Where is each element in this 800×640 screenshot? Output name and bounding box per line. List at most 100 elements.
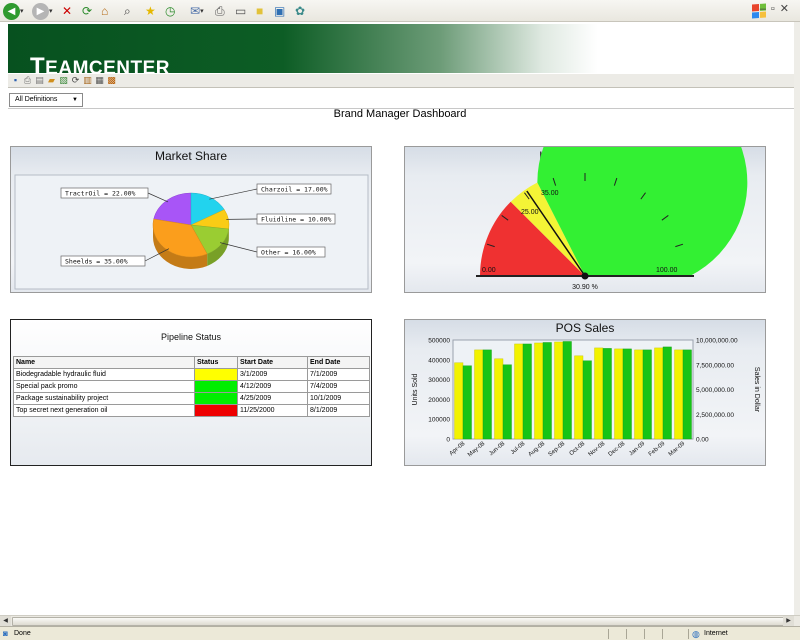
preview-icon[interactable]: ▤ <box>34 75 45 86</box>
security-zone: Internet <box>704 630 728 637</box>
settings-icon[interactable]: ▦ <box>94 75 105 86</box>
y2-tick-label: 7,500,000.00 <box>696 362 734 369</box>
favorites-icon[interactable]: ★ <box>145 2 156 20</box>
pipeline-table: Name Status Start Date End Date Biodegra… <box>13 356 370 417</box>
x-tick-label: Dec-08 <box>608 441 627 458</box>
y-tick-label: 400000 <box>428 357 450 364</box>
bar-sales-dollar <box>482 349 492 440</box>
pie-label: Other = 16.00% <box>261 249 316 257</box>
definitions-selected: All Definitions <box>15 96 58 103</box>
chevron-down-icon: ▼ <box>72 97 78 103</box>
table-row[interactable]: Package sustainability project 4/25/2009… <box>13 392 370 405</box>
save-icon[interactable]: ▪ <box>10 75 21 86</box>
bar-sales-dollar <box>522 343 532 440</box>
discuss-icon[interactable]: ■ <box>256 2 263 20</box>
refresh-icon[interactable]: ⟳ <box>82 2 92 20</box>
row-start-date: 4/25/2009 <box>237 392 308 405</box>
y-tick-label: 200000 <box>428 397 450 404</box>
messenger-icon[interactable]: ✿ <box>295 2 305 20</box>
bar-units-sold <box>634 349 644 440</box>
pie-label: Fluidline = 10.00% <box>261 216 332 224</box>
gauge-value-label: 30.90 % <box>572 284 598 291</box>
research-icon[interactable]: ▣ <box>274 2 285 20</box>
refresh-icon[interactable]: ⟳ <box>70 75 81 86</box>
forward-arrow-icon: ▶ <box>32 2 49 20</box>
status-indicator <box>194 392 238 405</box>
bar-units-sold <box>614 348 624 440</box>
x-tick-label: Sep-08 <box>548 441 567 458</box>
row-end-date: 8/1/2009 <box>307 404 370 417</box>
horizontal-scrollbar[interactable]: ◀ ▶ <box>0 615 800 627</box>
browser-window: ◀ ▾ ▶ ▾ ✕ ⟳ ⌂ ⌕ ★ ◷ ✉ ▾ ⎙ ▭ ■ ▣ ✿ –▫✕ TEAMC… <box>0 0 800 640</box>
bar-sales-dollar <box>622 348 632 440</box>
market-share-panel: Market Share TractrOil = 22.00% Charzoil … <box>10 146 372 293</box>
chart-icon[interactable]: ▥ <box>82 75 93 86</box>
y2-tick-label: 2,500,000.00 <box>696 412 734 419</box>
status-indicator <box>194 380 238 393</box>
bar-sales-dollar <box>582 360 592 440</box>
y2-tick-label: 10,000,000.00 <box>696 338 738 345</box>
divider <box>644 629 645 639</box>
definitions-dropdown[interactable]: All Definitions ▼ <box>9 93 83 107</box>
edit-icon[interactable]: ▭ <box>235 2 246 20</box>
layout-icon[interactable]: ▩ <box>106 75 117 86</box>
x-tick-label: Jun-08 <box>488 441 506 458</box>
search-icon[interactable]: ⌕ <box>124 2 131 20</box>
bar-units-sold <box>594 347 604 440</box>
row-start-date: 3/1/2009 <box>237 368 308 381</box>
print-icon[interactable]: ⎙ <box>215 2 225 20</box>
y-tick-label: 300000 <box>428 377 450 384</box>
table-row[interactable]: Biodegradable hydraulic fluid 3/1/2009 7… <box>13 368 370 381</box>
row-name: Top secret next generation oil <box>13 404 195 417</box>
dashboard-title: Brand Manager Dashboard <box>333 108 467 120</box>
row-start-date: 11/25/2000 <box>237 404 308 417</box>
divider <box>662 629 663 639</box>
mail-icon[interactable]: ✉ ▾ <box>190 2 204 20</box>
gauge-tick-label: 35.00 <box>541 190 559 197</box>
y-tick-label: 0 <box>446 437 450 444</box>
col-name: Name <box>13 356 195 369</box>
x-tick-label: Feb-09 <box>648 441 667 458</box>
table-header-row: Name Status Start Date End Date <box>13 356 370 369</box>
innovation-gauge: 0.00 25.00 35.00 100.00 30.90 % <box>476 147 748 291</box>
stop-icon[interactable]: ✕ <box>62 2 72 20</box>
bar-units-sold <box>454 362 464 440</box>
status-bar: ◙ Done ◍ Internet <box>0 626 800 640</box>
forward-button[interactable]: ▶ ▾ <box>32 2 53 20</box>
pos-sales-panel: POS Sales 0 100000 200000 300000 400000 50000… <box>404 319 766 466</box>
bar-sales-dollar <box>502 364 512 440</box>
bar-units-sold <box>494 358 504 440</box>
bar-sales-dollar <box>562 341 572 440</box>
y2-axis-label: Sales in Dollar <box>753 367 760 413</box>
col-start-date: Start Date <box>237 356 308 369</box>
table-row[interactable]: Top secret next generation oil 11/25/200… <box>13 404 370 417</box>
home-icon[interactable]: ⌂ <box>101 2 108 20</box>
row-name: Package sustainability project <box>13 392 195 405</box>
bar-units-sold <box>554 341 564 440</box>
scroll-thumb[interactable] <box>12 617 786 626</box>
vertical-scrollbar[interactable] <box>794 22 800 615</box>
back-button[interactable]: ◀ ▾ <box>3 2 24 20</box>
history-icon[interactable]: ◷ <box>165 2 175 20</box>
bar-units-sold <box>514 343 524 440</box>
innovation-panel: Innovation Target 0.0025.0035.00100.0030… <box>404 146 766 293</box>
window-controls[interactable]: –▫✕ <box>760 2 794 15</box>
status-indicator <box>194 368 238 381</box>
bar-sales-dollar <box>642 349 652 440</box>
gauge-tick-label: 100.00 <box>656 267 678 274</box>
globe-icon: ◍ <box>692 629 700 639</box>
page-icon: ◙ <box>3 629 8 638</box>
export-icon[interactable]: ▧ <box>58 75 69 86</box>
print-icon[interactable]: ⎙ <box>22 75 33 86</box>
row-end-date: 10/1/2009 <box>307 392 370 405</box>
x-tick-label: Jan-09 <box>628 441 646 458</box>
table-row[interactable]: Special pack promo 4/12/2009 7/4/2009 <box>13 380 370 393</box>
folder-icon[interactable]: ▰ <box>46 75 57 86</box>
pipeline-title: Pipeline Status <box>160 332 222 342</box>
divider <box>688 629 689 639</box>
y-tick-label: 500000 <box>428 338 450 345</box>
row-start-date: 4/12/2009 <box>237 380 308 393</box>
gauge-tick-label: 0.00 <box>482 267 496 274</box>
status-text: Done <box>14 630 31 637</box>
market-share-chart: TractrOil = 22.00% Charzoil = 17.00% Fluid… <box>14 174 369 290</box>
